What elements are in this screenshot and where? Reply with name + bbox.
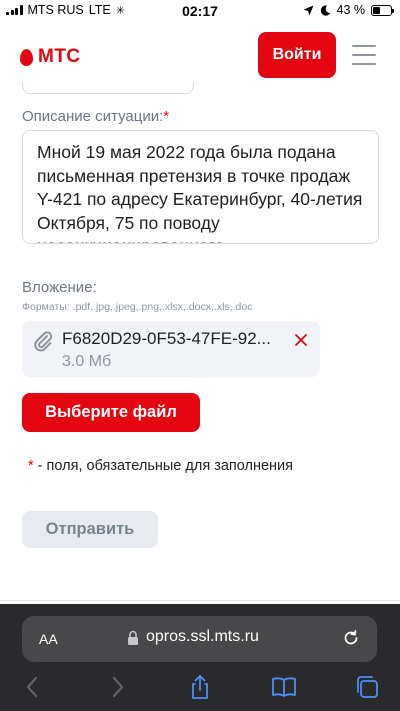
required-fields-note: * - поля, обязательные для заполнения: [28, 458, 293, 474]
description-textarea[interactable]: Мной 19 мая 2022 года была подана письме…: [22, 130, 379, 244]
logo-text: МТС: [38, 46, 81, 67]
forward-chevron-icon[interactable]: [104, 674, 130, 700]
battery-icon: [371, 4, 394, 16]
mts-egg-icon: [20, 48, 33, 66]
paperclip-icon: [34, 331, 53, 352]
browser-bottom-bar: AA opros.ssl.mts.ru: [0, 604, 400, 711]
back-chevron-icon[interactable]: [20, 674, 46, 700]
moon-icon: [320, 4, 330, 16]
battery-percent: 43 %: [336, 3, 366, 17]
file-name: F6820D29-0F53-47FE-92...: [62, 329, 271, 348]
menu-icon[interactable]: [352, 45, 376, 65]
address-bar[interactable]: AA opros.ssl.mts.ru: [22, 616, 377, 662]
description-label: Описание ситуации:*: [22, 108, 169, 125]
battery-level: [373, 6, 381, 14]
required-note-text: - поля, обязательные для заполнения: [33, 458, 294, 474]
share-icon[interactable]: [187, 674, 213, 700]
location-arrow-icon: [303, 5, 313, 15]
attachment-label: Вложение:: [22, 279, 97, 296]
bookmarks-icon[interactable]: [271, 674, 297, 700]
url-text: opros.ssl.mts.ru: [146, 628, 259, 645]
file-size: 3.0 Мб: [62, 353, 112, 370]
submit-button[interactable]: Отправить: [22, 511, 158, 548]
reload-icon[interactable]: [342, 629, 360, 647]
formats-hint: Форматы: .pdf,.jpg,.jpeg,.png,.xlsx,.doc…: [22, 301, 253, 313]
previous-field-bottom[interactable]: [22, 82, 194, 94]
attached-file-card: F6820D29-0F53-47FE-92... 3.0 Мб: [22, 321, 320, 377]
remove-file-icon[interactable]: [292, 331, 310, 349]
lock-icon: [128, 630, 138, 645]
description-label-text: Описание ситуации:: [22, 108, 164, 125]
status-right: 43 %: [303, 3, 394, 17]
site-header: МТС Войти: [0, 22, 400, 90]
required-mark: *: [163, 108, 170, 125]
text-size-button[interactable]: AA: [39, 631, 58, 647]
mts-logo[interactable]: МТС: [20, 46, 81, 68]
status-bar: MTS RUS LTE ✳ 02:17 43 %: [0, 0, 400, 22]
tabs-icon[interactable]: [354, 674, 380, 700]
choose-file-button[interactable]: Выберите файл: [22, 393, 200, 432]
browser-toolbar: [0, 674, 400, 704]
page-divider: [0, 600, 400, 601]
login-button[interactable]: Войти: [258, 32, 336, 78]
